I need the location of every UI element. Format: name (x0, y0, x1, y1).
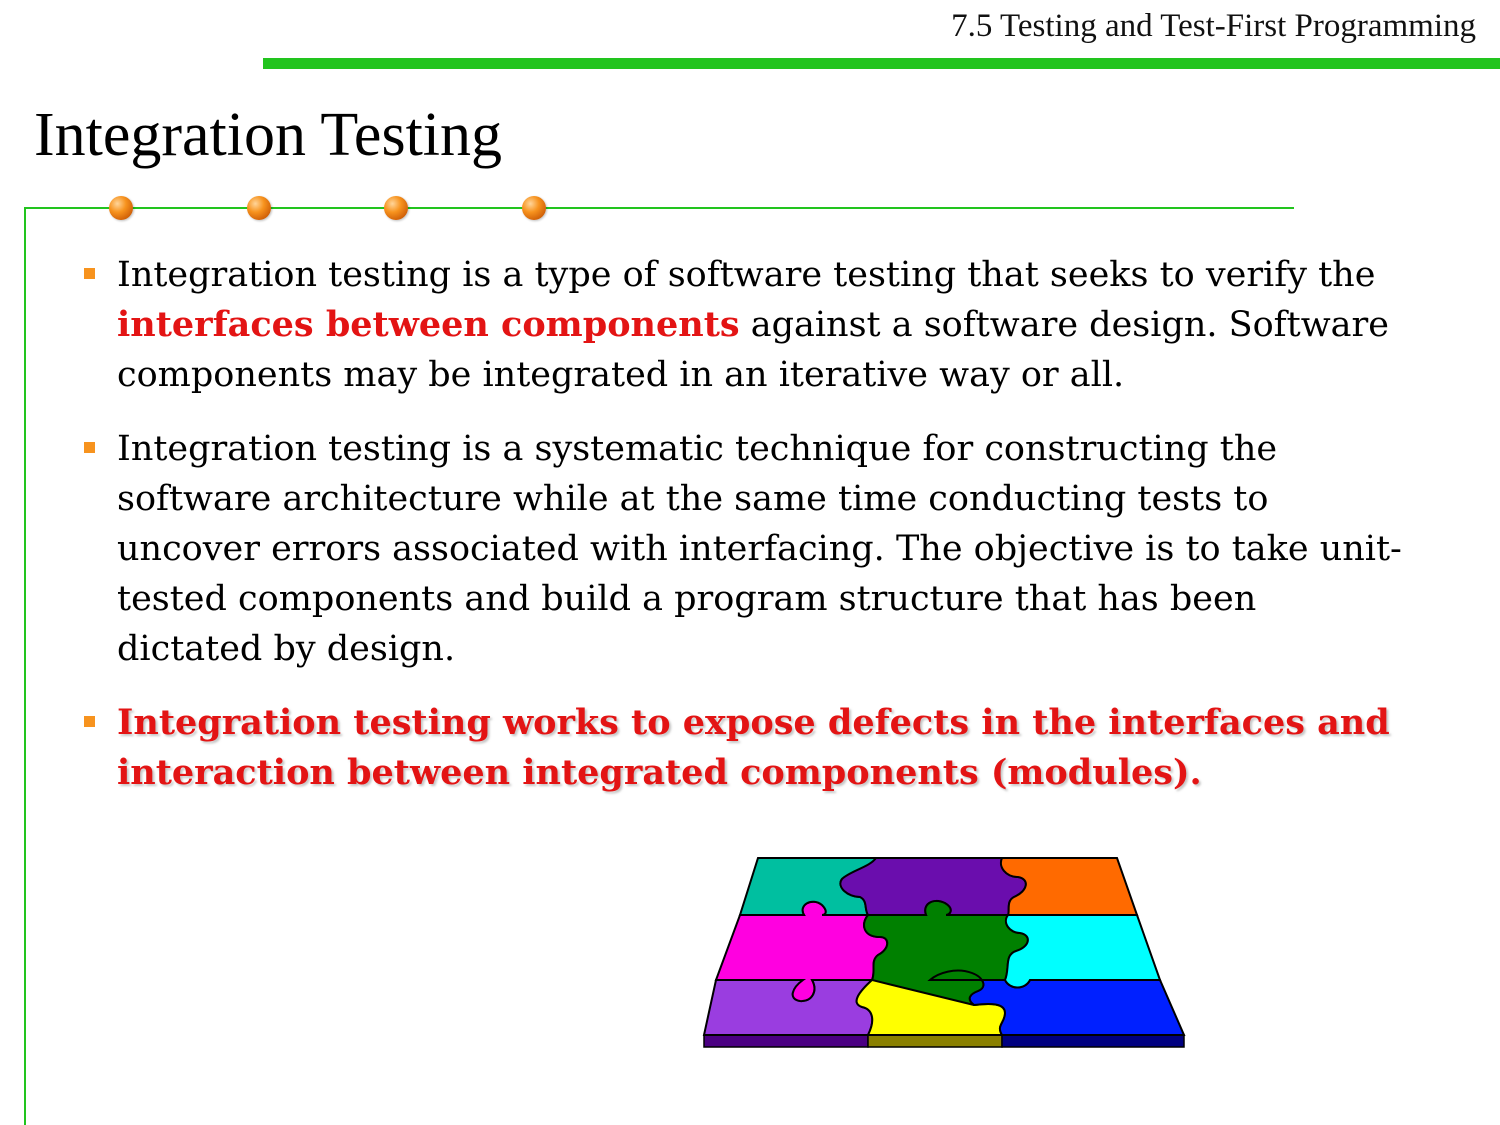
puzzle-piece-purple (702, 979, 875, 1036)
orange-dot-2 (247, 196, 271, 220)
bullet-list: Integration testing is a type of softwar… (80, 250, 1410, 822)
orange-dot-3 (384, 196, 408, 220)
orange-dot-4 (522, 196, 546, 220)
puzzle-edge-right (1001, 1034, 1185, 1048)
frame-top-rule (24, 207, 1294, 209)
header-rule (263, 58, 1500, 69)
bullet-square-icon (84, 716, 95, 727)
bullet-square-icon (84, 442, 95, 453)
puzzle-piece-cyan (1003, 914, 1162, 989)
bullet-item-1: Integration testing is a type of softwar… (80, 250, 1410, 400)
bullet-item-2: Integration testing is a systematic tech… (80, 424, 1410, 674)
bullet-2-text: Integration testing is a systematic tech… (117, 429, 1402, 669)
bullet-3-text: Integration testing works to expose defe… (117, 702, 1390, 793)
puzzle-edge-middle (867, 1034, 1003, 1048)
orange-dot-1 (109, 196, 133, 220)
section-title: 7.5 Testing and Test-First Programming (951, 8, 1476, 44)
frame-left-rule (24, 207, 26, 1125)
puzzle-edge-left (703, 1034, 869, 1048)
slide-title: Integration Testing (34, 101, 503, 169)
bullet-square-icon (84, 268, 95, 279)
bullet-1-text-start: Integration testing is a type of softwar… (117, 255, 1376, 295)
puzzle-icon (702, 857, 1186, 1048)
bullet-1-highlight: interfaces between components (117, 304, 740, 345)
bullet-item-3: Integration testing works to expose defe… (80, 698, 1410, 798)
